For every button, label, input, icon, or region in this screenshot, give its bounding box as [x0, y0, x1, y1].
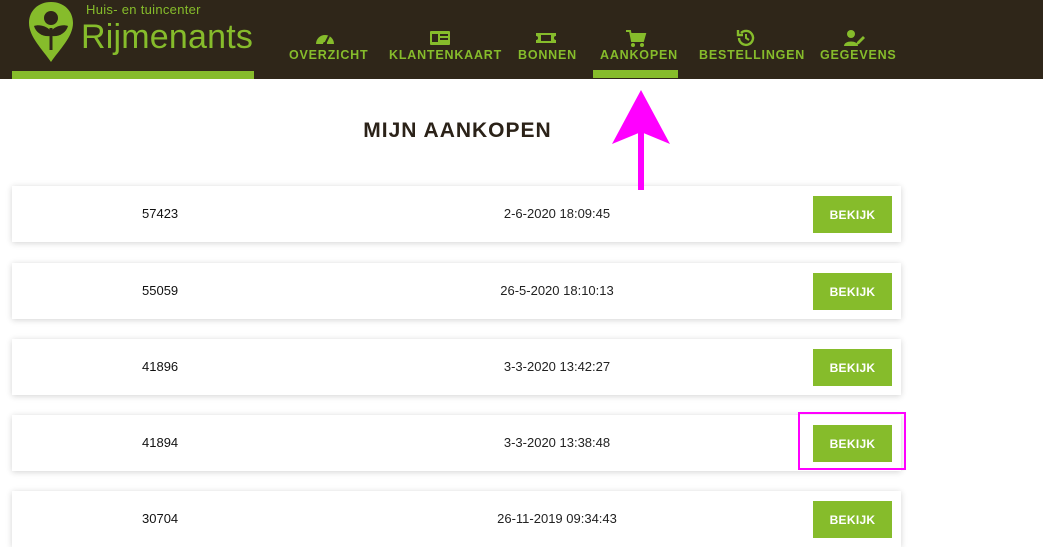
purchase-number: 55059	[142, 283, 179, 298]
nav-label: BESTELLINGEN	[699, 48, 806, 62]
nav-item-aankopen[interactable]: AANKOPEN	[600, 28, 678, 76]
purchase-number: 57423	[142, 206, 179, 221]
purchase-row: 57423 2-6-2020 18:09:45 BEKIJK	[12, 186, 901, 242]
main-nav: OVERZICHT KLANTENKAART BONNEN AANKOPEN B…	[0, 0, 1043, 79]
annotation-highlight-box	[798, 412, 906, 470]
purchase-number: 41894	[142, 435, 179, 450]
top-header: Huis- en tuincenter Rijmenants OVERZICHT…	[0, 0, 1043, 79]
id-card-icon	[430, 31, 450, 45]
nav-active-indicator	[593, 70, 678, 78]
view-purchase-button[interactable]: BEKIJK	[813, 196, 892, 233]
history-clock-icon	[736, 29, 755, 47]
purchase-row: 55059 26-5-2020 18:10:13 BEKIJK	[12, 263, 901, 319]
user-edit-icon	[844, 30, 865, 46]
view-purchase-button[interactable]: BEKIJK	[813, 349, 892, 386]
view-purchase-button[interactable]: BEKIJK	[813, 501, 892, 538]
purchase-row: 30704 26-11-2019 09:34:43 BEKIJK	[12, 491, 901, 547]
nav-item-bestellingen[interactable]: BESTELLINGEN	[699, 28, 806, 76]
view-purchase-button[interactable]: BEKIJK	[813, 273, 892, 310]
nav-item-klantenkaart[interactable]: KLANTENKAART	[389, 28, 503, 76]
dashboard-gauge-icon	[316, 35, 334, 46]
nav-label: BONNEN	[518, 48, 577, 62]
ticket-icon	[536, 33, 556, 43]
purchase-number: 41896	[142, 359, 179, 374]
nav-label: GEGEVENS	[820, 48, 897, 62]
purchase-row: 41896 3-3-2020 13:42:27 BEKIJK	[12, 339, 901, 395]
nav-label: AANKOPEN	[600, 48, 678, 62]
annotation-arrow	[612, 90, 670, 190]
purchase-date: 3-3-2020 13:38:48	[503, 435, 611, 450]
nav-label: KLANTENKAART	[389, 48, 503, 62]
purchase-date: 26-11-2019 09:34:43	[497, 511, 617, 526]
nav-item-gegevens[interactable]: GEGEVENS	[820, 28, 897, 76]
nav-item-bonnen[interactable]: BONNEN	[518, 28, 577, 76]
nav-label: OVERZICHT	[289, 48, 369, 62]
nav-item-overzicht[interactable]: OVERZICHT	[289, 28, 369, 76]
purchase-number: 30704	[142, 511, 179, 526]
purchase-date: 3-3-2020 13:42:27	[503, 359, 611, 374]
page-title: MIJN AANKOPEN	[363, 119, 552, 142]
purchase-date: 26-5-2020 18:10:13	[500, 283, 614, 298]
shopping-cart-icon	[626, 30, 647, 47]
purchase-date: 2-6-2020 18:09:45	[503, 206, 611, 221]
purchase-row: 41894 3-3-2020 13:38:48 BEKIJK	[12, 415, 901, 471]
